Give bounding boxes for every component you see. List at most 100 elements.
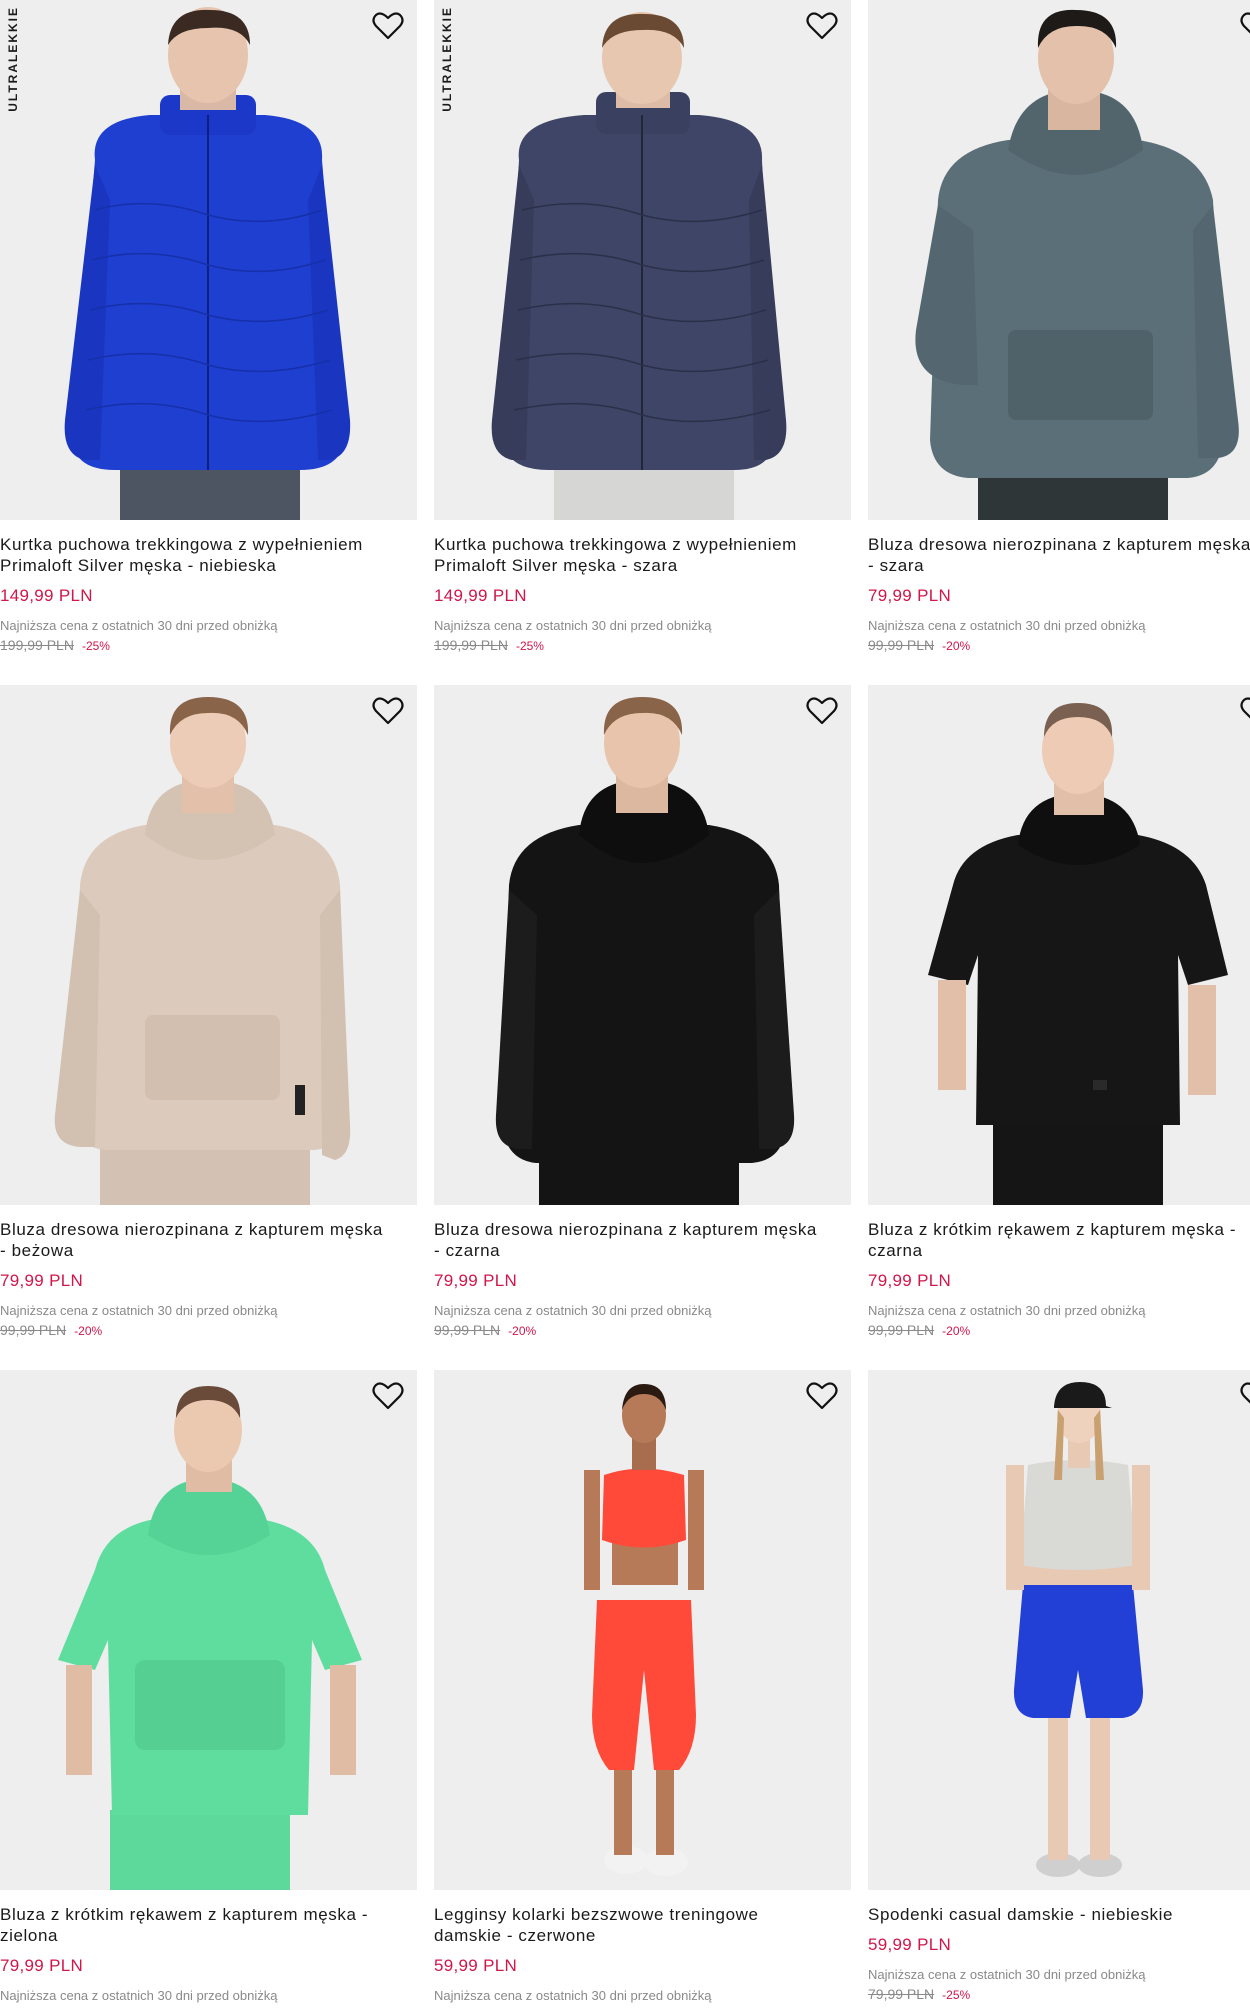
favorite-button[interactable]	[1239, 1380, 1250, 1412]
heart-icon	[372, 12, 404, 40]
old-price-row: 199,99 PLN -25%	[0, 637, 417, 653]
old-price: 99,99 PLN	[868, 1322, 935, 1338]
heart-icon	[1240, 1382, 1250, 1404]
favorite-button[interactable]	[805, 10, 839, 42]
favorite-button[interactable]	[1239, 10, 1250, 42]
product-price: 79,99 PLN	[0, 1271, 84, 1290]
product-name[interactable]: Bluza z krótkim rękawem z kapturem męska…	[0, 1904, 417, 1946]
product-image[interactable]: ULTRALEKKIE	[0, 0, 417, 520]
product-name[interactable]: Bluza dresowa nierozpinana z kapturem mę…	[434, 1219, 851, 1261]
product-image[interactable]	[868, 1370, 1250, 1890]
old-price: 99,99 PLN	[0, 1322, 67, 1338]
old-price-row: 199,99 PLN -25%	[434, 637, 851, 653]
product-name[interactable]: Legginsy kolarki bezszwowe treningowe dam…	[434, 1904, 851, 1946]
old-price: 79,99 PLN	[868, 1986, 935, 2002]
product-name[interactable]: Bluza dresowa nierozpinana z kapturem mę…	[0, 1219, 417, 1261]
old-price: 199,99 PLN	[434, 637, 508, 653]
product-name[interactable]: Bluza z krótkim rękawem z kapturem męska…	[868, 1219, 1250, 1261]
old-price-row: 99,99 PLN -20%	[0, 1322, 417, 1338]
old-price-row: 99,99 PLN -20%	[868, 1322, 1250, 1338]
product-price: 79,99 PLN	[434, 1271, 518, 1290]
old-price-row: 99,99 PLN -20%	[434, 1322, 851, 1338]
product-card[interactable]: Legginsy kolarki bezszwowe treningowe dam…	[434, 1370, 851, 2014]
product-card[interactable]: Spodenki casual damskie - niebieskie 59,…	[868, 1370, 1250, 2014]
product-photo-red-leggings	[584, 1384, 704, 1876]
product-info: Bluza dresowa nierozpinana z kapturem mę…	[0, 1205, 417, 1338]
favorite-button[interactable]	[371, 695, 405, 727]
heart-icon	[806, 697, 838, 725]
product-photo-grey-hoodie	[915, 9, 1239, 520]
product-price: 149,99 PLN	[434, 586, 527, 605]
product-price: 59,99 PLN	[434, 1956, 518, 1975]
product-price: 149,99 PLN	[0, 586, 93, 605]
discount-badge: -25%	[942, 1988, 971, 2002]
product-name[interactable]: Bluza dresowa nierozpinana z kapturem mę…	[868, 534, 1250, 576]
product-info: Bluza dresowa nierozpinana z kapturem mę…	[434, 1205, 851, 1338]
old-price-row: 99,99 PLN -20%	[868, 637, 1250, 653]
heart-icon	[1240, 12, 1250, 34]
heart-icon	[372, 1382, 404, 1410]
product-image[interactable]: ULTRALEKKIE	[434, 0, 851, 520]
product-image[interactable]	[868, 685, 1250, 1205]
product-info: Kurtka puchowa trekkingowa z wypełnienie…	[0, 520, 417, 653]
product-image[interactable]	[868, 0, 1250, 520]
product-card[interactable]: Bluza dresowa nierozpinana z kapturem mę…	[0, 685, 417, 1370]
product-price: 79,99 PLN	[868, 586, 952, 605]
ultralight-badge: ULTRALEKKIE	[440, 6, 454, 112]
heart-icon	[806, 12, 838, 40]
old-price: 99,99 PLN	[434, 1322, 501, 1338]
favorite-button[interactable]	[805, 695, 839, 727]
product-info: Bluza dresowa nierozpinana z kapturem mę…	[868, 520, 1250, 653]
product-photo-green-tee-hoodie	[58, 1386, 362, 1890]
old-price-row: 79,99 PLN -25%	[868, 1986, 1250, 2002]
discount-badge: -20%	[508, 1324, 537, 1338]
favorite-button[interactable]	[1239, 695, 1250, 727]
product-card[interactable]: Bluza dresowa nierozpinana z kapturem mę…	[434, 685, 851, 1370]
product-info: Spodenki casual damskie - niebieskie 59,…	[868, 1890, 1250, 2002]
heart-icon	[806, 1382, 838, 1410]
product-photo-blue-shorts	[1006, 1382, 1150, 1877]
old-price: 99,99 PLN	[868, 637, 935, 653]
lowest-price-label: Najniższa cena z ostatnich 30 dni przed …	[434, 618, 712, 633]
product-info: Legginsy kolarki bezszwowe treningowe dam…	[434, 1890, 851, 2003]
product-grid: ULTRALEKKIE Kurtka puchowa trekkingowa z…	[0, 0, 1250, 2014]
product-card[interactable]: Bluza z krótkim rękawem z kapturem męska…	[0, 1370, 417, 2014]
product-image[interactable]	[434, 685, 851, 1205]
product-card[interactable]: Bluza z krótkim rękawem z kapturem męska…	[868, 685, 1250, 1370]
lowest-price-label: Najniższa cena z ostatnich 30 dni przed …	[434, 1988, 712, 2003]
lowest-price-label: Najniższa cena z ostatnich 30 dni przed …	[868, 1303, 1146, 1318]
product-photo-beige-hoodie	[54, 697, 351, 1205]
product-name[interactable]: Spodenki casual damskie - niebieskie	[868, 1904, 1250, 1925]
old-price: 199,99 PLN	[0, 637, 74, 653]
lowest-price-label: Najniższa cena z ostatnich 30 dni przed …	[868, 1967, 1146, 1982]
product-card[interactable]: ULTRALEKKIE Kurtka puchowa trekkingowa z…	[0, 0, 417, 685]
discount-badge: -20%	[942, 639, 971, 653]
product-name[interactable]: Kurtka puchowa trekkingowa z wypełnienie…	[434, 534, 851, 576]
product-image[interactable]	[0, 685, 417, 1205]
product-info: Bluza z krótkim rękawem z kapturem męska…	[868, 1205, 1250, 1338]
product-info: Kurtka puchowa trekkingowa z wypełnienie…	[434, 520, 851, 653]
product-image[interactable]	[434, 1370, 851, 1890]
favorite-button[interactable]	[371, 10, 405, 42]
heart-icon	[1240, 697, 1250, 719]
discount-badge: -25%	[81, 639, 110, 653]
lowest-price-label: Najniższa cena z ostatnich 30 dni przed …	[0, 618, 278, 633]
discount-badge: -20%	[74, 1324, 103, 1338]
product-photo-grey-jacket	[491, 12, 787, 520]
favorite-button[interactable]	[371, 1380, 405, 1412]
product-photo-black-tee-hoodie	[928, 703, 1228, 1205]
product-price: 79,99 PLN	[0, 1956, 84, 1975]
lowest-price-label: Najniższa cena z ostatnich 30 dni przed …	[434, 1303, 712, 1318]
product-photo-black-hoodie	[495, 697, 795, 1205]
product-price: 79,99 PLN	[868, 1271, 952, 1290]
product-price: 59,99 PLN	[868, 1935, 952, 1954]
lowest-price-label: Najniższa cena z ostatnich 30 dni przed …	[868, 618, 1146, 633]
product-image[interactable]	[0, 1370, 417, 1890]
discount-badge: -20%	[942, 1324, 971, 1338]
lowest-price-label: Najniższa cena z ostatnich 30 dni przed …	[0, 1303, 278, 1318]
product-card[interactable]: ULTRALEKKIE Kurtka puchowa trekkingowa z…	[434, 0, 851, 685]
favorite-button[interactable]	[805, 1380, 839, 1412]
product-name[interactable]: Kurtka puchowa trekkingowa z wypełnienie…	[0, 534, 417, 576]
product-photo-blue-jacket	[64, 7, 351, 520]
product-card[interactable]: Bluza dresowa nierozpinana z kapturem mę…	[868, 0, 1250, 685]
